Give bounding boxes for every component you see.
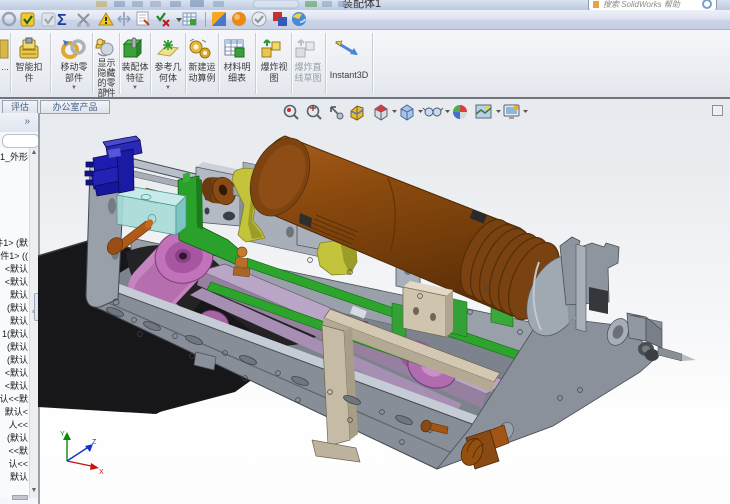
svg-text:Z: Z: [92, 439, 97, 446]
svg-text:Σ: Σ: [57, 12, 67, 29]
svg-text:X: X: [99, 469, 104, 476]
svg-text:Y: Y: [60, 431, 65, 438]
